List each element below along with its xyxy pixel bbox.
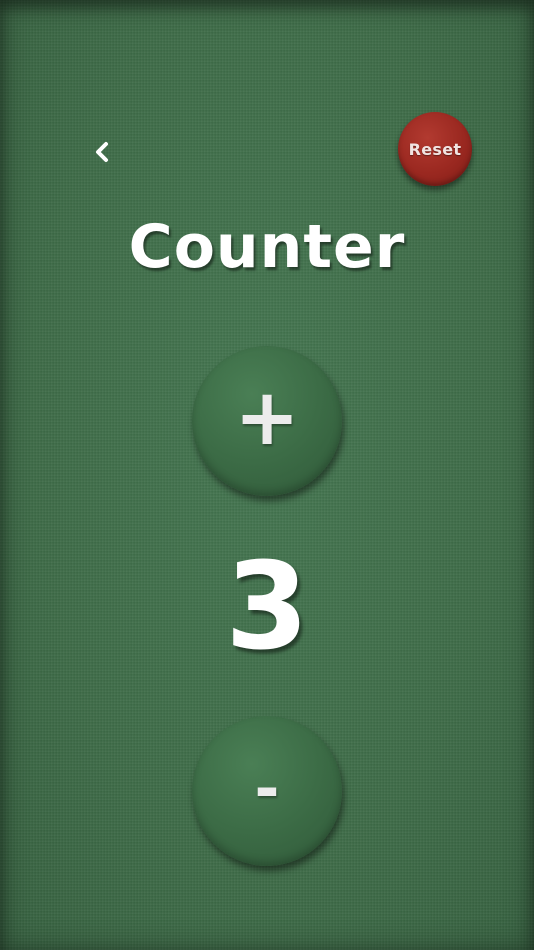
chevron-left-icon [92, 139, 112, 165]
reset-button-label: Reset [408, 139, 462, 159]
count-value: 3 [225, 538, 309, 677]
app-screen: Reset Counter + 3 - [0, 0, 534, 950]
plus-icon: + [234, 373, 300, 463]
reset-button[interactable]: Reset [398, 112, 472, 186]
page-title: Counter [128, 212, 406, 282]
increment-button[interactable]: + [192, 346, 342, 496]
decrement-button[interactable]: - [192, 716, 342, 866]
minus-icon: - [254, 754, 280, 824]
back-button[interactable] [80, 130, 124, 174]
